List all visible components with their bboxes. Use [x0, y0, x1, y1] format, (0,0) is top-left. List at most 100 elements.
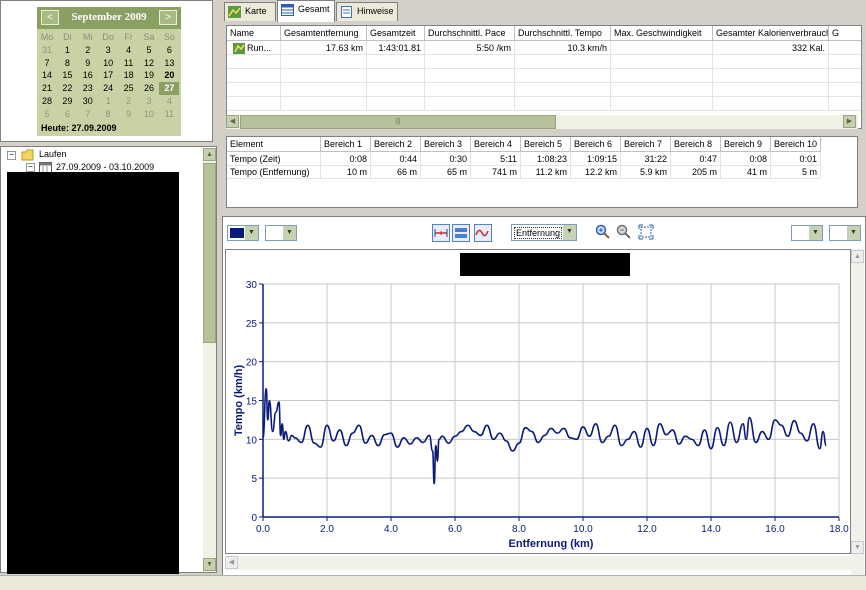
- chart-option-dropdown-1[interactable]: ▼: [791, 225, 823, 241]
- zones-column-header[interactable]: Bereich 5: [521, 137, 571, 152]
- calendar-day[interactable]: 5: [139, 44, 159, 57]
- smoothing-button[interactable]: [474, 224, 492, 242]
- tab-karte[interactable]: Karte: [224, 2, 276, 21]
- calendar-day[interactable]: 7: [78, 108, 98, 121]
- calendar-day[interactable]: 2: [78, 44, 98, 57]
- tab-gesamt[interactable]: Gesamt: [277, 0, 335, 22]
- calendar-day[interactable]: 5: [37, 108, 57, 121]
- time-axis-button[interactable]: [432, 224, 450, 242]
- scroll-up-icon[interactable]: ▲: [851, 250, 864, 263]
- y-tick-label: 0: [251, 513, 257, 524]
- calendar-day[interactable]: 10: [139, 108, 159, 121]
- zones-column-header[interactable]: Bereich 2: [371, 137, 421, 152]
- scroll-up-icon[interactable]: ▲: [203, 148, 216, 161]
- today-label[interactable]: Heute: 27.09.2009: [41, 123, 117, 133]
- calendar-day[interactable]: 9: [78, 57, 98, 70]
- calendar-day[interactable]: 24: [98, 82, 118, 95]
- calendar-day[interactable]: 6: [57, 108, 77, 121]
- tree-root-label[interactable]: Laufen: [39, 149, 67, 159]
- calendar-day[interactable]: 7: [37, 57, 57, 70]
- chart-scrollbar[interactable]: ▲ ▼: [851, 249, 864, 587]
- summary-table: Name Gesamtentfernung Gesamtzeit Durchschni…: [226, 25, 862, 129]
- calendar-day[interactable]: 4: [159, 95, 179, 108]
- summary-column-header[interactable]: Name: [227, 26, 281, 41]
- summary-column-header[interactable]: Max. Geschwindigkeit: [611, 26, 713, 41]
- zones-cell: 0:47: [671, 152, 721, 166]
- tree-week-label[interactable]: 27.09.2009 - 03.10.2009: [56, 162, 154, 172]
- calendar-day[interactable]: 3: [98, 44, 118, 57]
- calendar-day[interactable]: 13: [159, 57, 179, 70]
- zones-column-header[interactable]: Bereich 4: [471, 137, 521, 152]
- scroll-left-icon[interactable]: ◀: [226, 115, 239, 128]
- calendar-day[interactable]: 30: [78, 95, 98, 108]
- calendar-day[interactable]: 22: [57, 82, 77, 95]
- calendar-day[interactable]: 4: [119, 44, 139, 57]
- summary-column-header[interactable]: Gesamtentfernung: [281, 26, 367, 41]
- summary-horizontal-scrollbar[interactable]: ◀ ||| ▶: [226, 115, 858, 129]
- calendar-day[interactable]: 10: [98, 57, 118, 70]
- calendar-day[interactable]: 20: [159, 69, 179, 82]
- calendar-day-selected[interactable]: 27: [159, 82, 180, 96]
- zones-column-header[interactable]: Bereich 1: [321, 137, 371, 152]
- scroll-down-icon[interactable]: ▼: [203, 558, 216, 571]
- calendar-day[interactable]: 14: [37, 69, 57, 82]
- calendar-day[interactable]: 25: [119, 82, 139, 95]
- calendar-day[interactable]: 29: [57, 95, 77, 108]
- summary-column-header[interactable]: Gesamter Kalorienverbrauch: [713, 26, 829, 41]
- zones-column-header[interactable]: Bereich 6: [571, 137, 621, 152]
- calendar-day[interactable]: 31: [37, 44, 57, 57]
- chart-option-dropdown-2[interactable]: ▼: [829, 225, 861, 241]
- summary-column-header[interactable]: Gesamtzeit: [367, 26, 425, 41]
- calendar-day[interactable]: 18: [119, 69, 139, 82]
- calendar-day[interactable]: 1: [57, 44, 77, 57]
- calendar-day[interactable]: 12: [139, 57, 159, 70]
- prev-month-button[interactable]: <: [41, 10, 59, 25]
- zones-column-header[interactable]: Bereich 3: [421, 137, 471, 152]
- scroll-thumb[interactable]: [203, 163, 216, 343]
- calendar-day[interactable]: 3: [139, 95, 159, 108]
- next-month-button[interactable]: >: [159, 10, 177, 25]
- calendar-day[interactable]: 9: [119, 108, 139, 121]
- calendar-day[interactable]: 16: [78, 69, 98, 82]
- calendar-day[interactable]: 21: [37, 82, 57, 95]
- summary-column-header[interactable]: Durchschnittl. Pace: [425, 26, 515, 41]
- calendar-day[interactable]: 26: [139, 82, 159, 95]
- tree-scrollbar[interactable]: ▲ ▼: [203, 148, 216, 572]
- line-color-dropdown[interactable]: ▼: [227, 225, 259, 241]
- tab-hinweise[interactable]: Hinweise: [336, 2, 398, 21]
- calendar-day[interactable]: 11: [159, 108, 179, 121]
- zones-column-header[interactable]: Bereich 7: [621, 137, 671, 152]
- summary-column-header[interactable]: Durchschnittl. Tempo: [515, 26, 611, 41]
- zones-cell: 12.2 km: [571, 165, 621, 179]
- scroll-right-icon[interactable]: ▶: [843, 115, 856, 128]
- zones-column-header[interactable]: Bereich 10: [771, 137, 821, 152]
- collapse-toggle[interactable]: −: [26, 163, 35, 172]
- x-axis-select[interactable]: Entfernung ▼: [511, 224, 577, 241]
- scroll-left-icon[interactable]: ◀: [225, 556, 238, 569]
- chart-horizontal-scrollbar[interactable]: ◀: [225, 556, 851, 570]
- fit-to-window-icon[interactable]: [638, 224, 654, 240]
- secondary-series-dropdown[interactable]: ▼: [265, 225, 297, 241]
- zones-column-header[interactable]: Bereich 9: [721, 137, 771, 152]
- zoom-in-icon[interactable]: [595, 224, 611, 240]
- summary-column-header[interactable]: G: [829, 26, 861, 41]
- zoom-out-icon[interactable]: [616, 224, 632, 240]
- zones-cell: 0:08: [321, 152, 371, 166]
- collapse-toggle[interactable]: −: [7, 151, 16, 160]
- calendar-day[interactable]: 11: [119, 57, 139, 70]
- calendar-day[interactable]: 8: [57, 57, 77, 70]
- calendar-day[interactable]: 6: [159, 44, 179, 57]
- distance-axis-button[interactable]: [452, 224, 470, 242]
- scroll-thumb[interactable]: |||: [240, 115, 556, 129]
- zones-column-header[interactable]: Element: [227, 137, 321, 152]
- calendar-day[interactable]: 2: [119, 95, 139, 108]
- calendar-day[interactable]: 23: [78, 82, 98, 95]
- calendar-day[interactable]: 8: [98, 108, 118, 121]
- zones-column-header[interactable]: Bereich 8: [671, 137, 721, 152]
- scroll-down-icon[interactable]: ▼: [851, 541, 864, 554]
- calendar-day[interactable]: 19: [139, 69, 159, 82]
- calendar-day[interactable]: 1: [98, 95, 118, 108]
- calendar-day[interactable]: 17: [98, 69, 118, 82]
- calendar-day[interactable]: 15: [57, 69, 77, 82]
- calendar-day[interactable]: 28: [37, 95, 57, 108]
